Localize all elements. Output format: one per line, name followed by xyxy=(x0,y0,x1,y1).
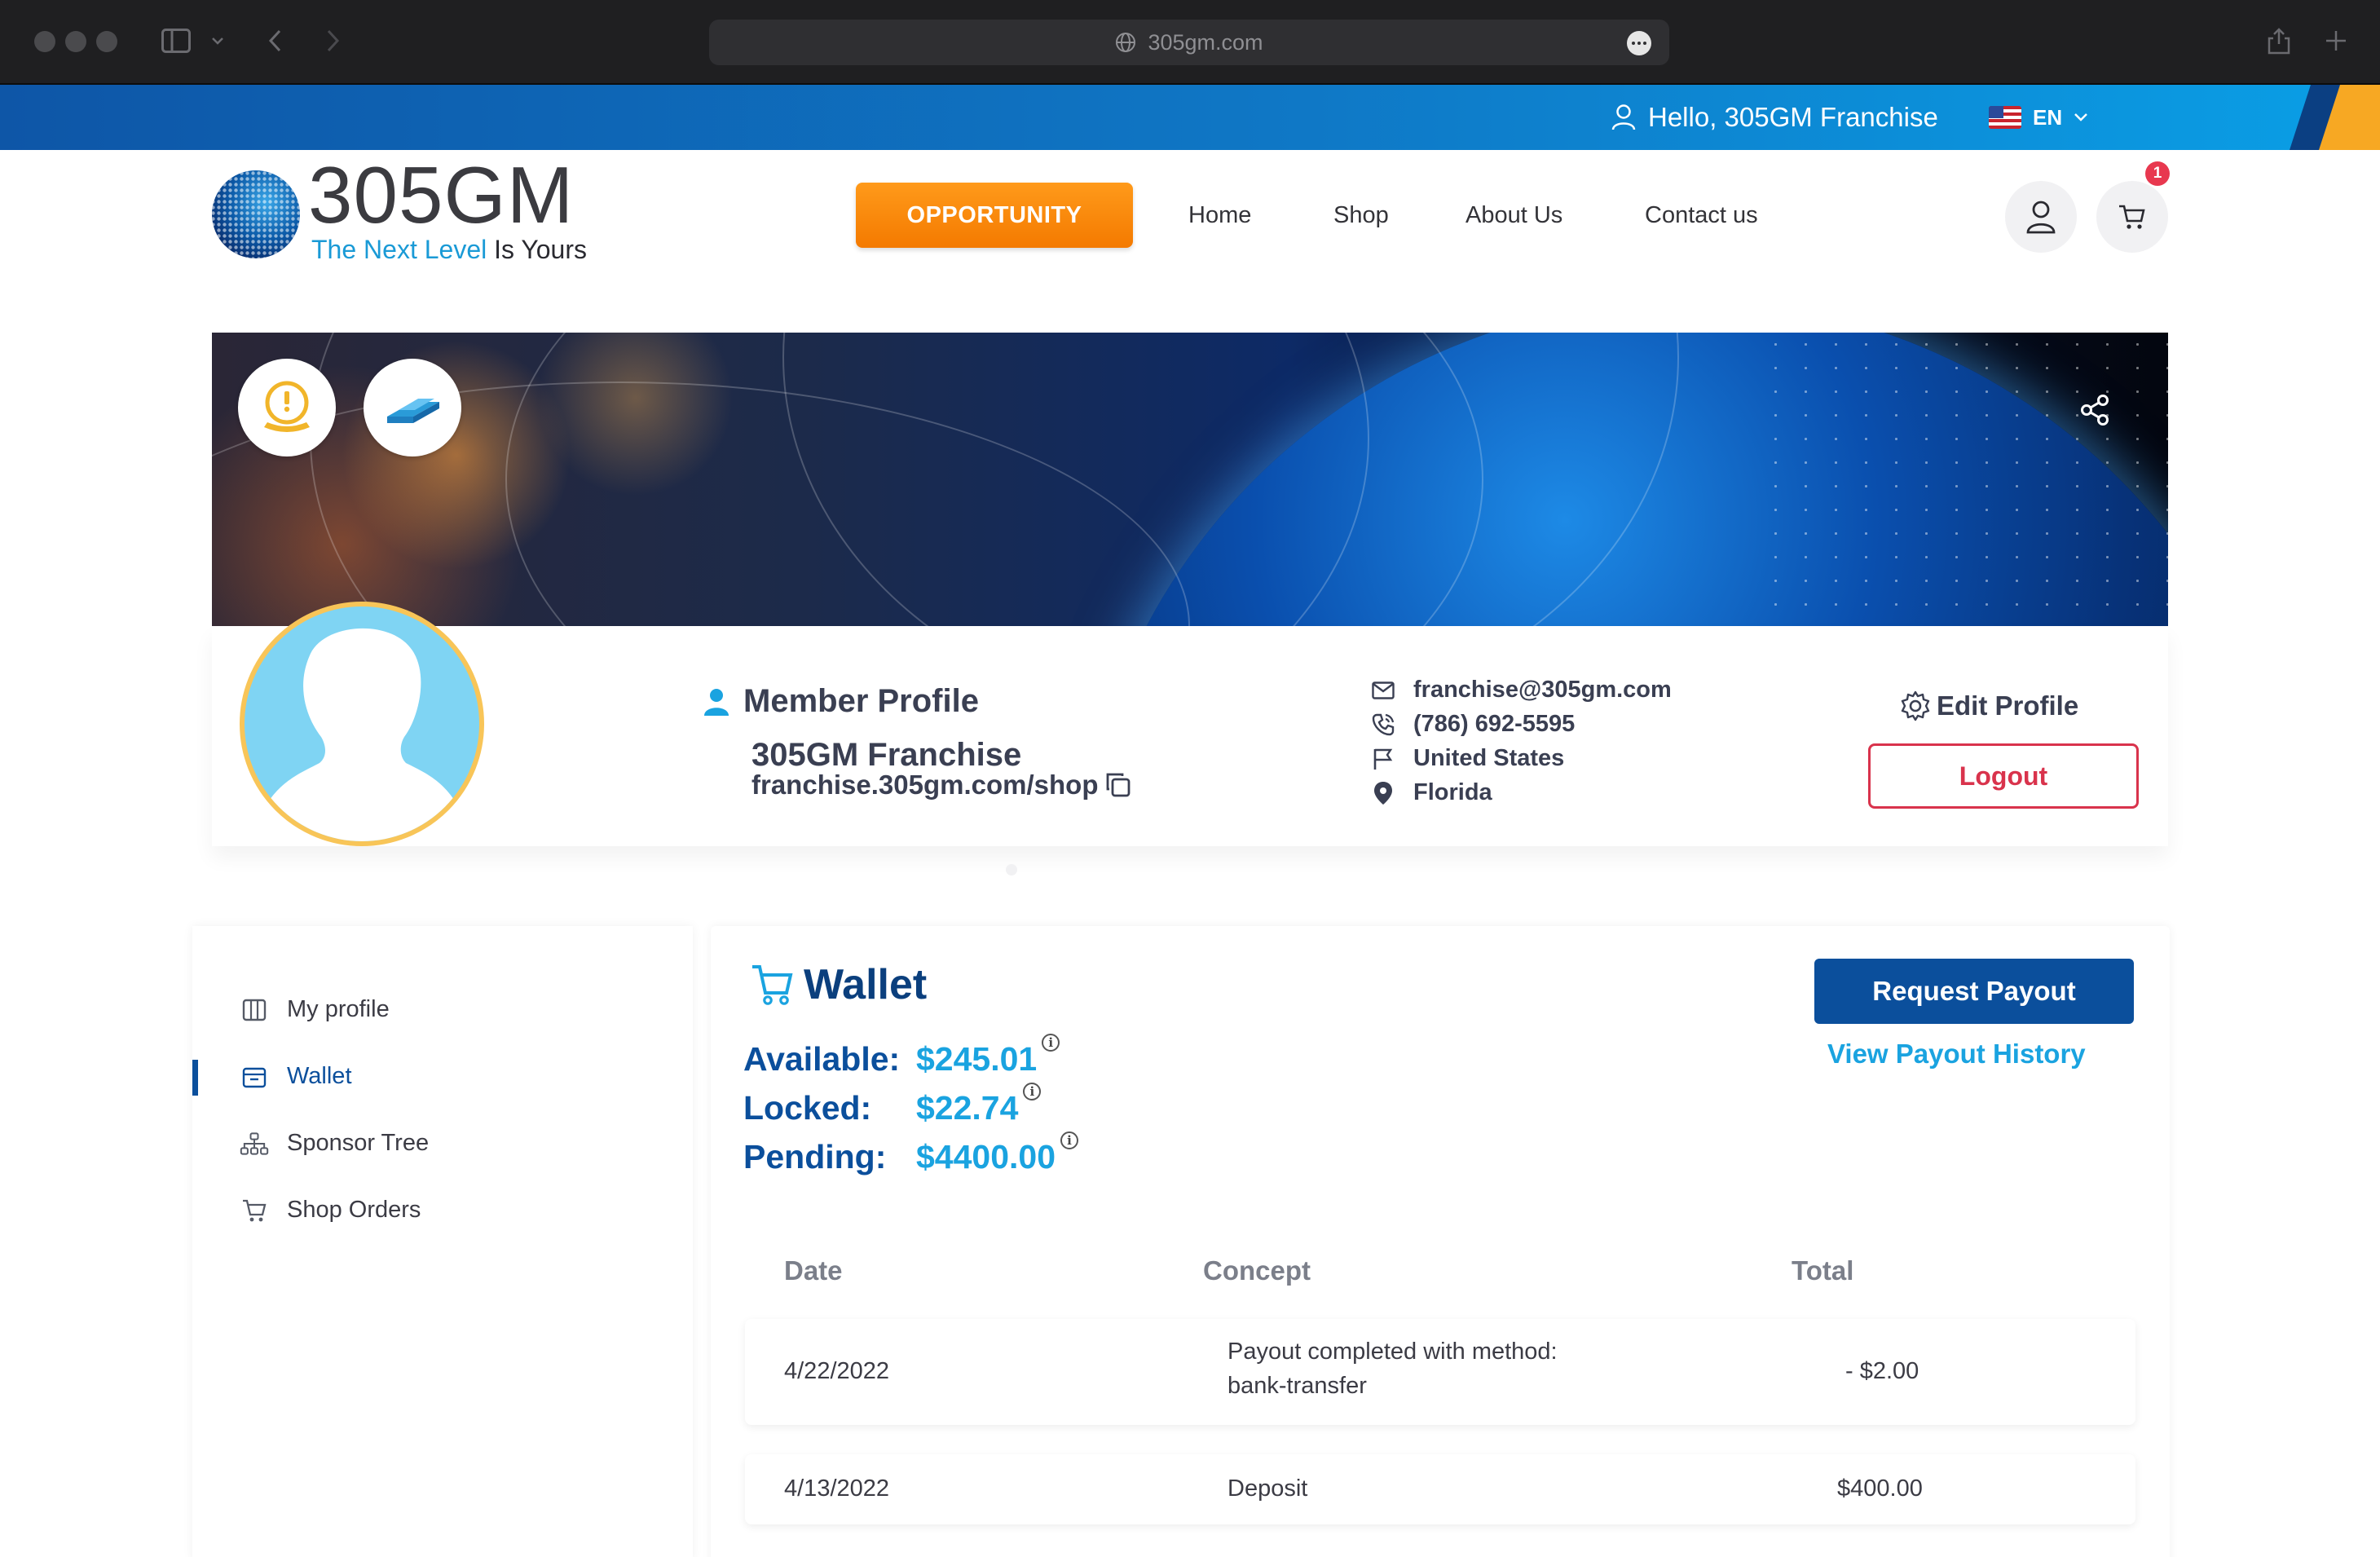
contact-email: franchise@305gm.com xyxy=(1369,677,1672,704)
cart-icon xyxy=(243,1199,267,1221)
info-icon[interactable]: i xyxy=(1060,1131,1079,1149)
back-icon[interactable] xyxy=(259,24,292,57)
cart-button[interactable] xyxy=(2096,181,2168,253)
window-minimize-button[interactable] xyxy=(65,31,86,52)
column-header-concept: Concept xyxy=(1203,1255,1311,1286)
rank-medal-icon[interactable] xyxy=(238,359,336,457)
row-concept: Payout completed with method: xyxy=(1227,1339,1558,1365)
wallet-icon xyxy=(242,1067,267,1087)
logo-tagline: The Next Level Is Yours xyxy=(311,235,587,264)
sidebar-item-wallet[interactable]: Wallet xyxy=(240,1063,352,1090)
member-name: 305GM Franchise xyxy=(751,737,1022,773)
row-date: 4/13/2022 xyxy=(784,1475,890,1502)
sidebar-item-my-profile[interactable]: My profile xyxy=(240,996,390,1023)
more-icon[interactable] xyxy=(1627,31,1651,55)
person-icon xyxy=(704,688,729,716)
contact-state: Florida xyxy=(1369,779,1492,806)
avatar[interactable] xyxy=(240,602,484,846)
carousel-dot[interactable] xyxy=(1006,864,1017,876)
browser-chrome: 305gm.com xyxy=(0,0,2380,85)
request-payout-button[interactable]: Request Payout xyxy=(1814,959,2134,1024)
nav-about[interactable]: About Us xyxy=(1465,183,1562,248)
user-icon xyxy=(2026,201,2056,234)
nav-contact[interactable]: Contact us xyxy=(1645,183,1758,248)
columns-icon xyxy=(242,999,267,1021)
active-indicator xyxy=(192,1060,198,1096)
new-tab-icon[interactable] xyxy=(2320,24,2352,57)
chevron-down-icon xyxy=(2074,113,2088,121)
account-button[interactable] xyxy=(2005,181,2077,253)
flag-icon xyxy=(1373,748,1393,770)
address-bar[interactable]: 305gm.com xyxy=(709,20,1669,65)
profile-card xyxy=(212,626,2168,846)
table-row xyxy=(745,1319,2135,1425)
share-icon[interactable] xyxy=(2075,390,2116,430)
sidebar-item-shop-orders[interactable]: Shop Orders xyxy=(240,1197,421,1224)
sidebar-item-sponsor-tree[interactable]: Sponsor Tree xyxy=(240,1130,429,1157)
profile-banner xyxy=(212,333,2168,626)
cart-icon xyxy=(752,965,793,1005)
table-row xyxy=(745,1454,2135,1524)
info-icon[interactable]: i xyxy=(1042,1034,1060,1052)
row-date: 4/22/2022 xyxy=(784,1358,890,1384)
cart-count-badge: 1 xyxy=(2145,161,2170,186)
top-bar: Hello, 305GM Franchise EN xyxy=(0,85,2380,150)
column-header-date: Date xyxy=(784,1255,843,1286)
user-greeting[interactable]: Hello, 305GM Franchise xyxy=(1611,85,1938,150)
column-header-total: Total xyxy=(1792,1255,1854,1286)
nav-shop[interactable]: Shop xyxy=(1333,183,1389,248)
contact-country: United States xyxy=(1369,745,1564,772)
row-total: - $2.00 xyxy=(1845,1358,1919,1384)
cart-icon xyxy=(2119,205,2145,229)
mail-icon xyxy=(1372,681,1395,699)
share-browser-icon[interactable] xyxy=(2263,24,2295,57)
locked-amount: $22.74 xyxy=(916,1089,1019,1127)
globe-icon xyxy=(1116,33,1136,52)
tree-icon xyxy=(240,1131,269,1155)
greeting-text: Hello, 305GM Franchise xyxy=(1648,102,1938,132)
sidebar-toggle-icon[interactable] xyxy=(160,24,192,57)
us-flag-icon xyxy=(1989,106,2021,129)
member-profile-heading: Member Profile xyxy=(703,683,979,720)
nav-home[interactable]: Home xyxy=(1188,183,1251,248)
row-total: $400.00 xyxy=(1837,1475,1923,1502)
gear-icon xyxy=(1901,690,1930,721)
logo-globe-icon[interactable] xyxy=(210,165,302,264)
gold-bar-icon[interactable] xyxy=(364,359,461,457)
available-amount: $245.01 xyxy=(916,1040,1038,1078)
chevron-down-icon[interactable] xyxy=(205,24,230,57)
phone-icon xyxy=(1372,713,1395,735)
info-icon[interactable]: i xyxy=(1023,1083,1042,1100)
language-selector[interactable]: EN xyxy=(1989,85,2088,150)
edit-profile-link[interactable]: Edit Profile xyxy=(1899,690,2078,722)
opportunity-button[interactable]: OPPORTUNITY xyxy=(856,183,1133,248)
logout-button[interactable]: Logout xyxy=(1868,743,2139,809)
row-concept-method: bank-transfer xyxy=(1227,1373,1367,1399)
pending-amount: $4400.00 xyxy=(916,1138,1056,1175)
user-icon xyxy=(1611,104,1636,130)
forward-icon[interactable] xyxy=(316,24,349,57)
window-close-button[interactable] xyxy=(34,31,55,52)
wallet-heading: Wallet xyxy=(750,960,927,1009)
shop-url: franchise.305gm.com/shop xyxy=(751,770,1132,801)
logo-wordmark[interactable]: 305GM xyxy=(308,155,574,235)
location-pin-icon xyxy=(1374,781,1392,805)
view-payout-history-link[interactable]: View Payout History xyxy=(1827,1039,2086,1070)
row-concept: Deposit xyxy=(1227,1475,1308,1502)
url-text: 305gm.com xyxy=(1148,29,1263,55)
contact-phone: (786) 692-5595 xyxy=(1369,711,1575,738)
copy-icon[interactable] xyxy=(1104,771,1132,799)
language-label: EN xyxy=(2033,104,2063,130)
window-zoom-button[interactable] xyxy=(96,31,117,52)
